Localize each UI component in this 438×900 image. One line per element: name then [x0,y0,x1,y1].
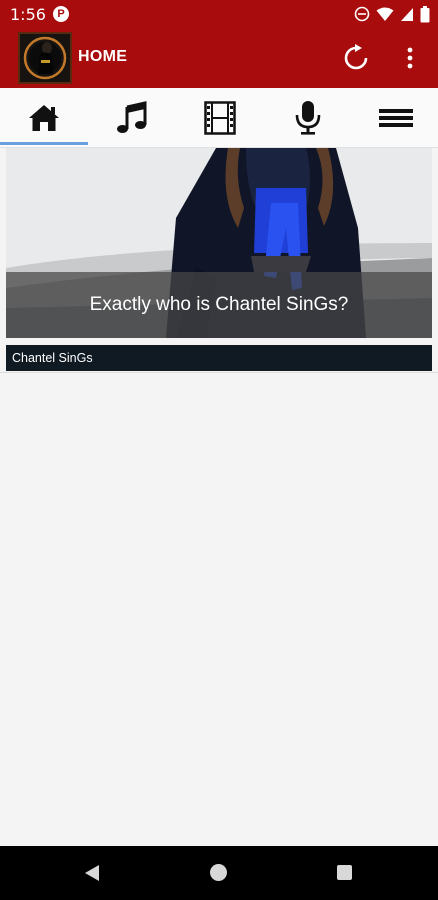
tab-active-indicator [0,142,88,145]
featured-article-title: Exactly who is Chantel SinGs? [89,294,349,315]
recents-icon[interactable] [337,865,352,880]
featured-article-card[interactable]: Exactly who is Chantel SinGs? [6,148,432,338]
tab-podcast[interactable] [264,88,352,148]
more-vertical-icon [407,47,413,69]
tab-home[interactable] [0,88,88,148]
cell-signal-icon [401,8,413,21]
article-source-label: Chantel SinGs [6,345,432,371]
film-strip-icon [204,101,236,135]
home-button-icon[interactable] [210,864,227,881]
divider [0,372,438,373]
hamburger-menu-icon [379,109,413,127]
tab-menu[interactable] [352,88,438,148]
wifi-icon [376,7,394,21]
microphone-icon [295,101,321,135]
overflow-menu-button[interactable] [398,44,422,72]
do-not-disturb-icon [354,6,370,22]
page-title: HOME [78,48,128,65]
tab-music[interactable] [88,88,176,148]
home-icon [29,105,59,131]
tab-bar [0,88,438,148]
logo-artwork [20,34,70,82]
app-notification-icon: P [53,6,69,22]
refresh-icon [344,44,368,70]
battery-icon [420,5,430,22]
tab-video[interactable] [176,88,264,148]
system-navigation-bar [0,846,438,900]
status-bar: 1:56 P [0,0,438,28]
app-logo[interactable] [18,32,72,84]
status-time: 1:56 [10,5,46,24]
status-indicators [354,5,430,23]
refresh-button[interactable] [342,44,370,72]
content-area: Exactly who is Chantel SinGs? Chantel Si… [0,148,438,846]
back-icon[interactable] [84,864,100,882]
app-bar: HOME [0,28,438,88]
music-note-icon [117,101,147,133]
